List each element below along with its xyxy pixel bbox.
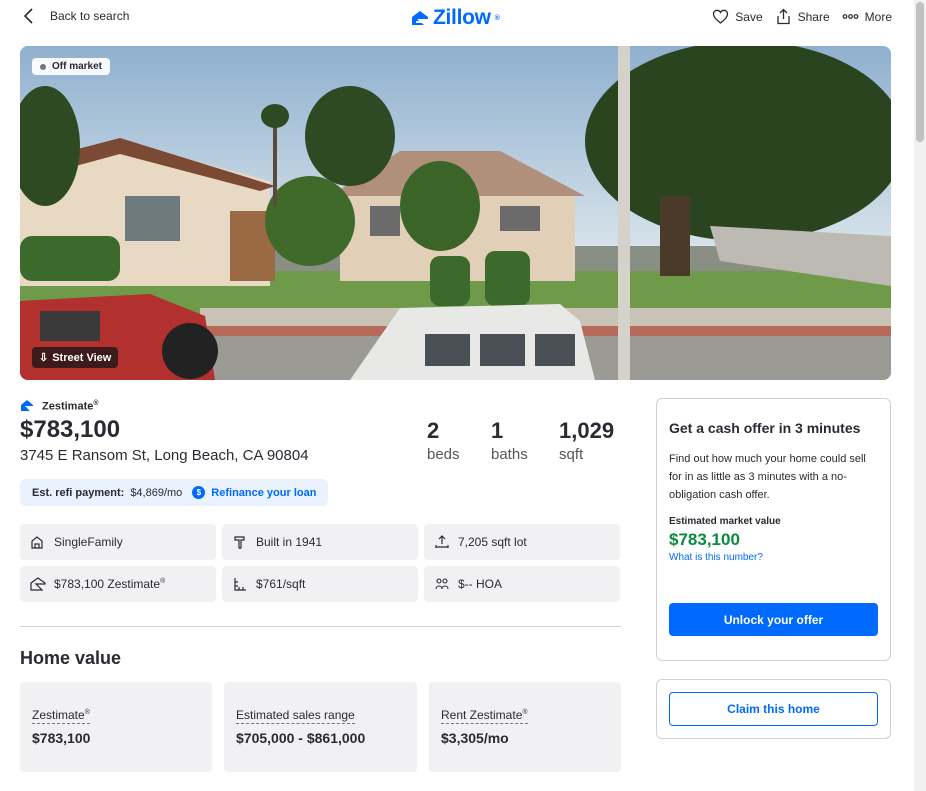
street-view-label: Street View bbox=[52, 351, 112, 364]
off-market-badge: Off market bbox=[32, 58, 111, 75]
fact-zestimate-mark: ® bbox=[160, 578, 166, 585]
home-value-rent-label[interactable]: Rent Zestimate® bbox=[441, 708, 528, 724]
fact-home-type-text: SingleFamily bbox=[54, 535, 123, 549]
home-value-card-sales-range: Estimated sales range $705,000 - $861,00… bbox=[224, 682, 417, 772]
unlock-offer-button[interactable]: Unlock your offer bbox=[669, 603, 878, 636]
street-scene-image bbox=[20, 46, 891, 380]
baths-stat: 1 baths bbox=[491, 418, 528, 463]
back-to-search-link[interactable]: Back to search bbox=[22, 7, 129, 25]
refinance-link[interactable]: Refinance your loan bbox=[211, 487, 316, 499]
refi-label: Est. refi payment: bbox=[32, 486, 125, 499]
share-icon bbox=[776, 8, 790, 25]
home-value-sales-range-value: $705,000 - $861,000 bbox=[236, 730, 366, 746]
refi-payment-bar: Est. refi payment: $4,869/mo $ Refinance… bbox=[20, 479, 329, 506]
lot-icon bbox=[435, 535, 449, 548]
heart-icon bbox=[713, 9, 729, 24]
beds-value: 2 bbox=[427, 418, 440, 443]
fact-hoa-text: $-- HOA bbox=[458, 577, 503, 591]
fact-price-per-sqft: $761/sqft bbox=[222, 566, 418, 602]
zestimate-logo-icon bbox=[21, 400, 33, 411]
street-view-button[interactable]: ⇩ Street View bbox=[32, 347, 119, 368]
property-photo[interactable]: Off market ⇩ Street View bbox=[20, 46, 891, 380]
zestimate-heading-mark: ® bbox=[93, 399, 99, 407]
fact-hoa: $-- HOA bbox=[424, 566, 620, 602]
zillow-logo-mark: ® bbox=[494, 14, 500, 22]
fact-zestimate: $783,100 Zestimate® bbox=[20, 566, 216, 602]
refi-amount: $4,869/mo bbox=[130, 486, 183, 499]
home-value-zestimate-value: $783,100 bbox=[32, 730, 91, 746]
header-actions: Save Share More bbox=[712, 8, 892, 25]
home-value-card-zestimate: Zestimate® $783,100 bbox=[20, 682, 212, 772]
street-view-icon: ⇩ bbox=[39, 352, 49, 364]
price: $783,100 bbox=[20, 416, 121, 443]
beds-label: beds bbox=[427, 446, 460, 463]
zillow-logo-icon bbox=[412, 11, 428, 25]
zillow-logo[interactable]: Zillow ® bbox=[410, 6, 500, 30]
fact-price-per-sqft-text: $761/sqft bbox=[256, 577, 306, 591]
home-value-rent-value: $3,305/mo bbox=[441, 730, 509, 746]
fact-lot-size-text: 7,205 sqft lot bbox=[458, 535, 527, 549]
share-label: Share bbox=[797, 9, 830, 24]
claim-home-panel: Claim this home bbox=[656, 679, 891, 739]
sqft-stat: 1,029 sqft bbox=[559, 418, 614, 463]
zestimate-icon bbox=[30, 577, 46, 591]
cash-offer-title: Get a cash offer in 3 minutes bbox=[669, 420, 861, 436]
address: 3745 E Ransom St, Long Beach, CA 90804 bbox=[20, 447, 309, 464]
market-value: $783,100 bbox=[669, 530, 740, 549]
zestimate-heading: Zestimate® bbox=[20, 399, 99, 413]
ruler-icon bbox=[234, 578, 246, 591]
claim-home-button[interactable]: Claim this home bbox=[669, 692, 878, 726]
cash-offer-panel: Get a cash offer in 3 minutes Find out h… bbox=[656, 398, 891, 661]
home-value-title: Home value bbox=[20, 648, 122, 668]
save-button[interactable]: Save bbox=[712, 8, 763, 25]
share-button[interactable]: Share bbox=[775, 8, 830, 25]
baths-value: 1 bbox=[491, 418, 504, 443]
fact-year-built: Built in 1941 bbox=[222, 524, 418, 560]
scrollbar-thumb[interactable] bbox=[916, 2, 924, 142]
more-button[interactable]: More bbox=[842, 8, 892, 25]
dollar-circle-icon: $ bbox=[192, 486, 206, 499]
more-label: More bbox=[864, 9, 892, 24]
facts-grid: SingleFamily Built in 1941 7,205 sqft lo… bbox=[20, 524, 621, 602]
zestimate-heading-label: Zestimate bbox=[42, 400, 94, 413]
back-to-search-label: Back to search bbox=[50, 9, 130, 23]
home-value-zestimate-label[interactable]: Zestimate® bbox=[32, 708, 90, 724]
hoa-icon bbox=[435, 578, 449, 590]
home-type-icon bbox=[31, 536, 43, 549]
market-value-label: Estimated market value bbox=[669, 516, 781, 527]
home-value-sales-range-label[interactable]: Estimated sales range bbox=[236, 708, 355, 724]
cash-offer-description: Find out how much your home could sell f… bbox=[669, 453, 866, 501]
section-divider bbox=[20, 626, 621, 627]
sqft-value: 1,029 bbox=[559, 418, 615, 443]
save-label: Save bbox=[735, 9, 763, 24]
fact-zestimate-text: $783,100 Zestimate bbox=[54, 577, 161, 591]
zillow-logo-text: Zillow bbox=[433, 6, 491, 29]
sqft-label: sqft bbox=[559, 446, 584, 463]
fact-lot-size: 7,205 sqft lot bbox=[424, 524, 620, 560]
fact-year-built-text: Built in 1941 bbox=[256, 535, 323, 549]
what-is-this-link[interactable]: What is this number? bbox=[669, 552, 878, 563]
chevron-left-icon bbox=[23, 8, 33, 24]
fact-home-type: SingleFamily bbox=[20, 524, 216, 560]
hammer-icon bbox=[234, 536, 245, 549]
page-scrollbar[interactable] bbox=[914, 0, 926, 791]
beds-stat: 2 beds bbox=[427, 418, 460, 463]
baths-label: baths bbox=[491, 446, 528, 463]
more-dots-icon bbox=[842, 14, 859, 19]
top-bar: Back to search Zillow ® Save Share More bbox=[0, 0, 912, 36]
home-value-card-rent: Rent Zestimate® $3,305/mo bbox=[429, 682, 621, 772]
